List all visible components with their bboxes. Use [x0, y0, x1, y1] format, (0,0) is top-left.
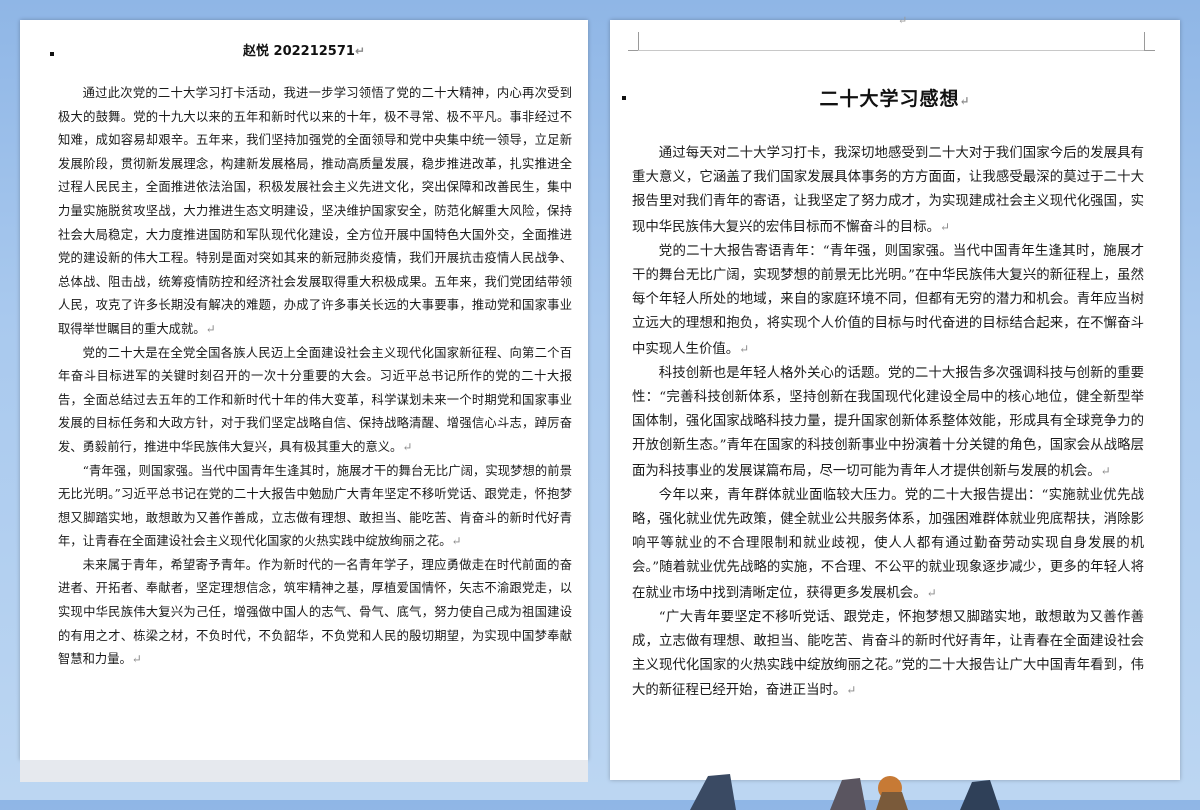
background-figures-image [690, 774, 1000, 810]
paragraph-mark-icon: ↵ [451, 534, 462, 549]
author-text: 赵悦 202212571 [243, 44, 355, 59]
right-body-text[interactable]: 通过每天对二十大学习打卡，我深切地感受到二十大对于我们国家今后的发展具有重大意义… [632, 142, 1144, 704]
paragraph-mark-icon: ↵ [1100, 463, 1111, 478]
paragraph-mark-icon: ↵ [354, 44, 365, 58]
paragraph: “青年强，则国家强。当代中国青年生逢其时，施展才干的舞台无比广阔，实现梦想的前景… [58, 463, 572, 549]
left-body-text[interactable]: 通过此次党的二十大学习打卡活动，我进一步学习领悟了党的二十大精神，内心再次受到极… [58, 82, 572, 672]
author-line: 赵悦 202212571↵ [20, 40, 588, 59]
paragraph: 党的二十大是在全党全国各族人民迈上全面建设社会主义现代化国家新征程、向第二个百年… [58, 345, 572, 454]
paragraph: 科技创新也是年轻人格外关心的话题。党的二十大报告多次强调科技与创新的重要性：“完… [632, 365, 1144, 479]
paragraph: 未来属于青年，希望寄予青年。作为新时代的一名青年学子，理应勇做走在时代前面的奋进… [58, 557, 572, 667]
paragraph: 党的二十大报告寄语青年：“青年强，则国家强。当代中国青年生逢其时，施展才干的舞台… [632, 243, 1144, 357]
paragraph: 通过此次党的二十大学习打卡活动，我进一步学习领悟了党的二十大精神，内心再次受到极… [58, 86, 572, 336]
paragraph: 通过每天对二十大学习打卡，我深切地感受到二十大对于我们国家今后的发展具有重大意义… [632, 146, 1144, 235]
paragraph-mark-icon: ↵ [205, 321, 216, 336]
paragraph-mark-icon: ↵ [846, 683, 857, 698]
paragraph-mark-icon: ↵ [959, 94, 971, 108]
header-margin-line [638, 50, 1144, 51]
paragraph-mark-icon: ↵ [402, 439, 413, 454]
left-document-page: 赵悦 202212571↵ 通过此次党的二十大学习打卡活动，我进一步学习领悟了党… [20, 20, 588, 760]
right-document-page: ↵ 二十大学习感想↵ 通过每天对二十大学习打卡，我深切地感受到二十大对于我们国家… [610, 14, 1180, 780]
paragraph-mark-icon: ↵ [131, 652, 142, 667]
margin-corner-mark [628, 32, 639, 51]
paragraph-mark-icon: ↵ [898, 14, 908, 27]
paragraph-mark-icon: ↵ [939, 219, 951, 234]
paragraph: 今年以来，青年群体就业面临较大压力。党的二十大报告提出：“实施就业优先战略，强化… [632, 487, 1144, 601]
paragraph-mark-icon: ↵ [926, 585, 937, 600]
paragraph-mark-icon: ↵ [739, 341, 750, 356]
page-gap-strip [20, 760, 588, 782]
paragraph: “广大青年要坚定不移听党话、跟党走，怀抱梦想又脚踏实地，敢想敢为又善作善成，立志… [632, 609, 1144, 699]
margin-corner-mark [1144, 32, 1155, 51]
document-title: 二十大学习感想↵ [819, 88, 971, 110]
